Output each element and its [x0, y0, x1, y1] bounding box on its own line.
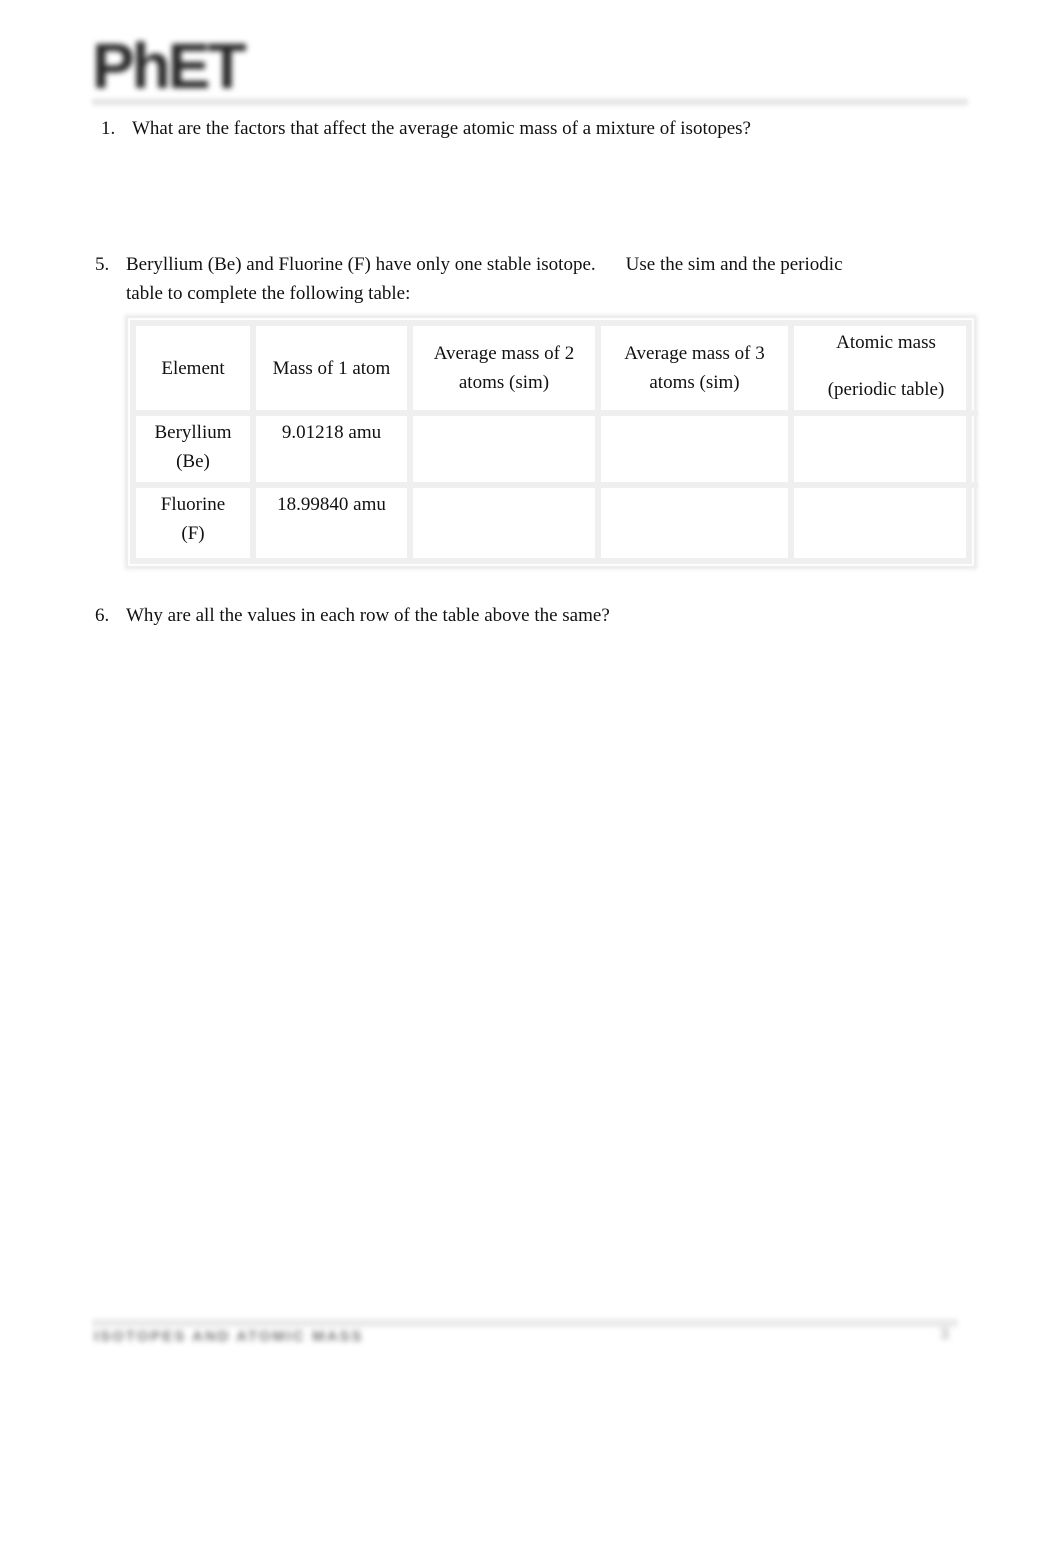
footer-title: ISOTOPES AND ATOMIC MASS: [94, 1328, 364, 1345]
table-row-fluorine-atomic[interactable]: [794, 488, 978, 560]
table-row-beryllium-mass1: 9.01218 amu: [256, 416, 413, 488]
header-avg-mass-3-line2: atoms (sim): [649, 372, 740, 393]
question-1: 1. What are the factors that affect the a…: [101, 114, 751, 143]
header-atomic-mass-line2: (periodic table): [827, 379, 945, 400]
table-row-fluorine-element: Fluorine (F): [136, 488, 256, 560]
question-number: 6.: [95, 605, 110, 626]
isotope-table: Element Mass of 1 atom Average mass of 2…: [130, 320, 978, 564]
question-text-line2: table to complete the following table:: [126, 283, 411, 304]
header-atomic-mass-line1: Atomic mass: [836, 332, 936, 353]
question-5: 5. Beryllium (Be) and Fluorine (F) have o…: [95, 250, 935, 308]
footer-divider: [92, 1318, 958, 1328]
question-text: Why are all the values in each row of th…: [126, 605, 610, 626]
question-text-part2: Use the sim and the periodic: [625, 254, 843, 275]
header-mass-1-atom: Mass of 1 atom: [256, 326, 413, 416]
header-element-label: Element: [161, 357, 225, 379]
mass-value: 9.01218 amu: [281, 422, 382, 443]
header-avg-mass-3-line1: Average mass of 3: [624, 343, 765, 364]
element-name: Beryllium: [154, 422, 232, 443]
header-divider: [92, 98, 968, 106]
table-row-beryllium-avg2[interactable]: [413, 416, 601, 488]
element-name: Fluorine: [160, 494, 226, 515]
table-row-fluorine-avg2[interactable]: [413, 488, 601, 560]
table-row-beryllium-element: Beryllium (Be): [136, 416, 256, 488]
header-mass-1-atom-label: Mass of 1 atom: [272, 357, 391, 379]
page-number: 3: [940, 1326, 949, 1343]
header-avg-mass-2-line1: Average mass of 2: [433, 343, 575, 364]
table-row-beryllium-avg3[interactable]: [601, 416, 794, 488]
header-atomic-mass: Atomic mass (periodic table): [794, 326, 978, 416]
mass-value: 18.99840 amu: [277, 494, 386, 515]
header-avg-mass-2: Average mass of 2 atoms (sim): [413, 326, 601, 416]
header-avg-mass-2-line2: atoms (sim): [458, 372, 550, 393]
table-row-fluorine-avg3[interactable]: [601, 488, 794, 560]
question-text-part1: Beryllium (Be) and Fluorine (F) have onl…: [126, 254, 596, 275]
question-6: 6. Why are all the values in each row of …: [95, 601, 610, 630]
element-symbol: (F): [181, 523, 205, 544]
phet-logo: PhET: [92, 30, 247, 102]
question-number: 5.: [95, 254, 110, 275]
table-row-fluorine-mass1: 18.99840 amu: [256, 488, 413, 560]
header-avg-mass-3: Average mass of 3 atoms (sim): [601, 326, 794, 416]
question-text: What are the factors that affect the ave…: [132, 118, 751, 139]
question-number: 1.: [101, 118, 116, 139]
table-row-beryllium-atomic[interactable]: [794, 416, 978, 488]
header-element: Element: [136, 326, 256, 416]
element-symbol: (Be): [176, 451, 210, 472]
